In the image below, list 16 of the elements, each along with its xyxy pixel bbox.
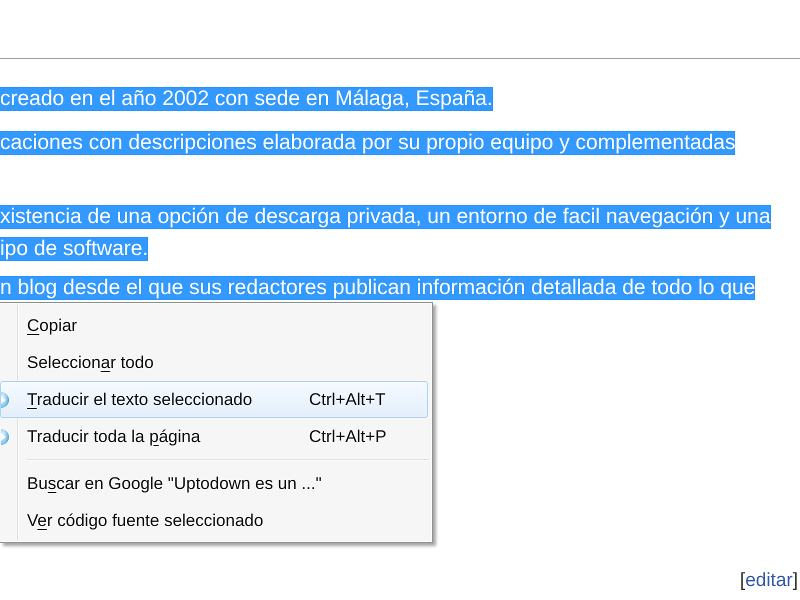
article-text: n blog desde el que sus redactores publican información detallada de todo lo que [0,276,756,300]
menu-item[interactable]: Buscar en Google "Uptodown es un ..." [0,465,428,502]
article-text: caciones con descripciones elaborada por su propio equipo y complementadas [0,131,736,155]
bracket-text: [ [740,569,746,593]
bracket-text: ] [792,569,798,593]
menu-item[interactable]: Traducir toda la página Ctrl+Alt+P [0,418,428,455]
menu-item[interactable]: Ver código fuente seleccionado [0,502,428,539]
menu-item[interactable]: Copiar [0,307,428,344]
shortcut-text: Ctrl+Alt+T [309,388,387,411]
menu-item[interactable]: Seleccionar todo [0,344,428,381]
shortcut-text: Ctrl+Alt+P [309,426,388,448]
article-text: ipo de software. [0,237,148,261]
article-text: xistencia de una opción de descarga privada, un entorno de facil navegación y una [0,205,771,229]
article-text: creado en el año 2002 con sede en Málaga, España. [0,87,493,111]
edit-link[interactable]: editar [745,569,793,593]
menu-item[interactable]: Traducir el texto seleccionado Ctrl+Alt+T [0,381,428,418]
